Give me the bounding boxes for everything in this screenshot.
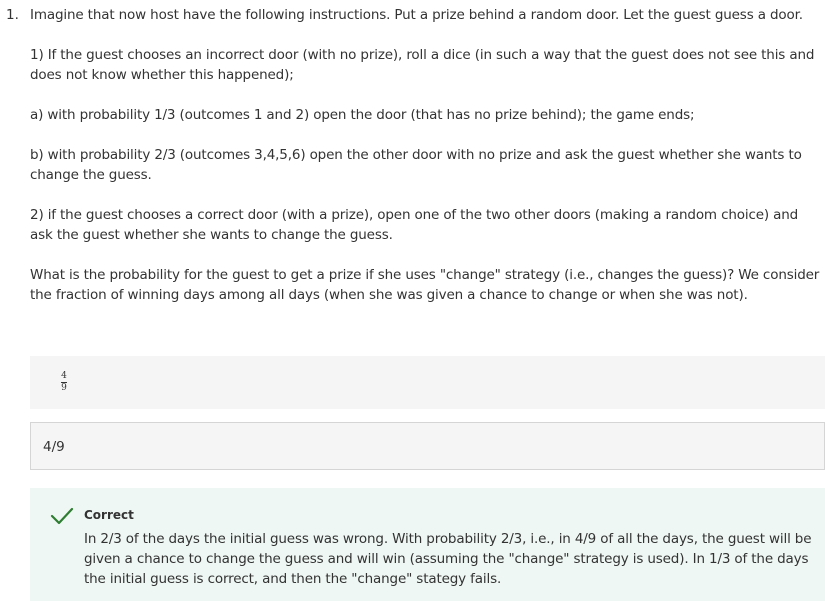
checkmark-icon <box>50 507 74 525</box>
question-paragraph: 1) If the guest chooses an incorrect doo… <box>30 47 815 83</box>
fraction-numerator: 4 <box>61 371 67 381</box>
question-paragraph: a) with probability 1/3 (outcomes 1 and … <box>30 107 695 123</box>
question-paragraph: 2) if the guest chooses a correct door (… <box>30 207 799 243</box>
feedback-status: Correct <box>84 508 134 522</box>
question-body: Imagine that now host have the following… <box>30 5 820 325</box>
question-paragraph: What is the probability for the guest to… <box>30 267 820 303</box>
math-preview-box: 4 9 <box>30 356 825 409</box>
answer-value: 4/9 <box>43 439 65 455</box>
feedback-panel: Correct In 2/3 of the days the initial g… <box>30 488 825 601</box>
question-number: 1. <box>6 7 19 23</box>
feedback-explanation: In 2/3 of the days the initial guess was… <box>84 531 812 587</box>
fraction-denominator: 9 <box>61 383 67 393</box>
question-paragraph: Imagine that now host have the following… <box>30 7 803 23</box>
question-paragraph: b) with probability 2/3 (outcomes 3,4,5,… <box>30 147 802 183</box>
fraction-preview: 4 9 <box>61 372 67 393</box>
answer-input[interactable]: 4/9 <box>30 422 825 470</box>
